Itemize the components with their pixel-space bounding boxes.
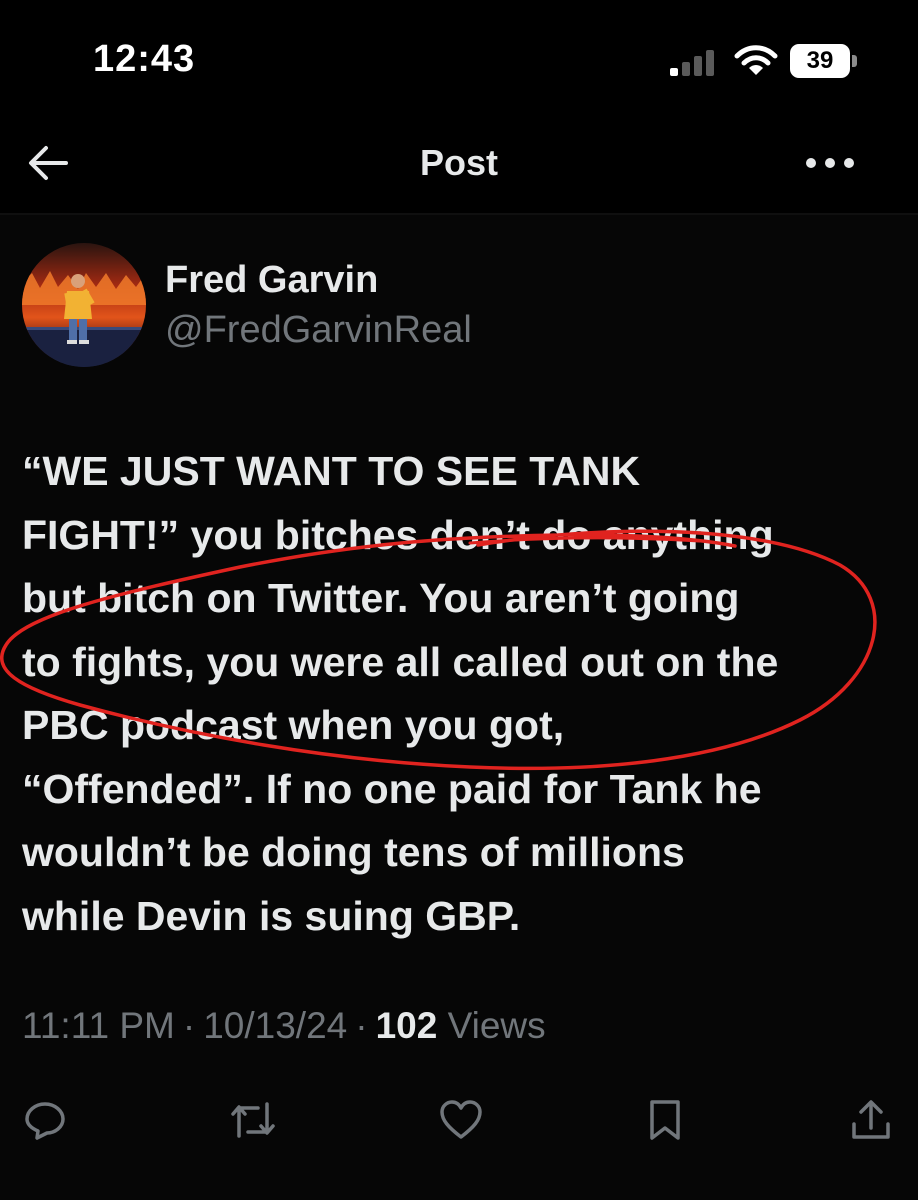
post-text-line: to fights, you were all called out on th… bbox=[22, 638, 779, 685]
author-display-name[interactable]: Fred Garvin bbox=[165, 259, 378, 302]
like-button[interactable] bbox=[434, 1093, 488, 1147]
post-text-line: while Devin is suing GBP. bbox=[22, 892, 521, 939]
post-text-line: “WE JUST WANT TO SEE TANK bbox=[22, 448, 641, 494]
post-body: “WE JUST WANT TO SEE TANK FIGHT!” you bi… bbox=[22, 440, 902, 948]
cellular-signal-icon bbox=[670, 50, 714, 76]
nav-header: Post bbox=[0, 110, 918, 215]
status-time: 12:43 bbox=[93, 38, 196, 80]
heart-icon bbox=[440, 1100, 482, 1139]
views-count[interactable]: 102 bbox=[376, 1005, 438, 1046]
post-text-line: FIGHT!” you bitches don’t do anything bbox=[22, 511, 774, 558]
avatar[interactable] bbox=[22, 243, 146, 367]
post-text-line: “Offended”. If no one paid for Tank he bbox=[22, 765, 762, 812]
post-text-line: PBC podcast when you got, bbox=[22, 702, 565, 748]
reply-icon bbox=[25, 1102, 65, 1140]
author-handle[interactable]: @FredGarvinReal bbox=[165, 309, 472, 352]
status-bar: 12:43 39 bbox=[0, 0, 918, 110]
repost-icon bbox=[231, 1102, 275, 1138]
reply-button[interactable] bbox=[18, 1093, 72, 1147]
page-title: Post bbox=[419, 142, 498, 183]
wifi-icon bbox=[734, 45, 778, 75]
post-detail: Fred Garvin @FredGarvinReal “WE JUST WAN… bbox=[0, 215, 918, 1200]
ellipsis-icon bbox=[806, 158, 854, 168]
share-button[interactable] bbox=[844, 1093, 898, 1147]
repost-button[interactable] bbox=[226, 1093, 280, 1147]
meta-separator: · bbox=[182, 1005, 196, 1046]
bookmark-icon bbox=[650, 1100, 680, 1140]
action-bar bbox=[0, 1085, 918, 1155]
battery-icon: 39 bbox=[790, 44, 858, 78]
post-text-line: but bitch on Twitter. You aren’t going bbox=[22, 575, 740, 621]
more-options-button[interactable] bbox=[800, 140, 860, 186]
meta-separator: · bbox=[355, 1005, 368, 1046]
post-metadata: 11:11 PM · 10/13/24 · 102 Views bbox=[22, 1005, 546, 1047]
post-text-line: wouldn’t be doing tens of millions bbox=[22, 829, 685, 875]
bookmark-button[interactable] bbox=[638, 1093, 692, 1147]
post-date: 10/13/24 bbox=[203, 1005, 348, 1046]
post-screen: 12:43 39 Post Fred Garvin @FredGarvinRea… bbox=[0, 0, 918, 1200]
views-label[interactable]: Views bbox=[448, 1005, 546, 1046]
share-icon bbox=[852, 1100, 890, 1139]
post-time: 11:11 PM bbox=[22, 1005, 175, 1046]
battery-level: 39 bbox=[790, 44, 850, 78]
